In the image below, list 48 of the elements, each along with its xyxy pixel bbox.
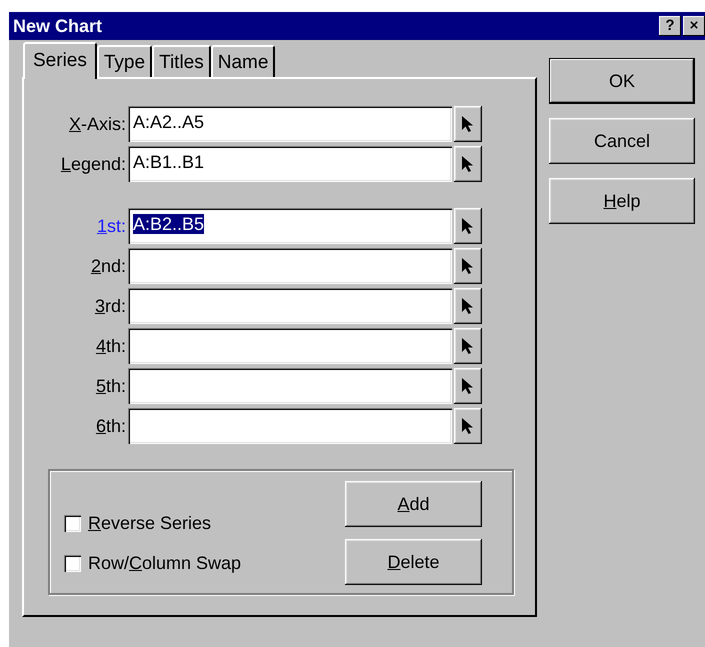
- series-button[interactable]: Delete: [345, 539, 482, 585]
- cursor-arrow-icon: [461, 337, 475, 355]
- field-label: 1st:: [96, 214, 127, 238]
- field-label: 6th:: [94, 414, 127, 438]
- close-button[interactable]: ×: [683, 16, 705, 36]
- input-field[interactable]: [128, 408, 452, 444]
- checkbox-label[interactable]: Row/Column Swap: [88, 550, 242, 576]
- field-label: 3rd:: [94, 294, 127, 318]
- range-picker-button[interactable]: [454, 288, 482, 324]
- input-field[interactable]: A:B2..B5: [128, 208, 452, 244]
- dialog-button[interactable]: Help: [549, 178, 695, 224]
- field-label: Legend:: [60, 152, 127, 176]
- cursor-arrow-icon: [461, 155, 475, 173]
- field-label: 4th:: [94, 334, 127, 358]
- cursor-arrow-icon: [461, 217, 475, 235]
- input-field[interactable]: [128, 328, 452, 364]
- cursor-arrow-icon: [461, 377, 475, 395]
- input-field[interactable]: A:B1..B1: [128, 146, 452, 182]
- input-field[interactable]: [128, 368, 452, 404]
- range-picker-button[interactable]: [454, 408, 482, 444]
- range-picker-button[interactable]: [454, 248, 482, 284]
- range-picker-button[interactable]: [454, 208, 482, 244]
- tab[interactable]: Titles: [152, 45, 211, 77]
- field-label: X-Axis:: [68, 112, 127, 136]
- input-field[interactable]: [128, 248, 452, 284]
- checkbox[interactable]: [64, 554, 81, 572]
- cursor-arrow-icon: [461, 257, 475, 275]
- series-button[interactable]: Add: [345, 481, 482, 527]
- help-button[interactable]: ?: [659, 16, 681, 36]
- tab[interactable]: Series: [23, 42, 97, 79]
- cursor-arrow-icon: [461, 115, 475, 133]
- window-title: New Chart: [13, 14, 102, 38]
- range-picker-button[interactable]: [454, 328, 482, 364]
- range-picker-button[interactable]: [454, 106, 482, 142]
- range-picker-button[interactable]: [454, 146, 482, 182]
- field-label: 5th:: [94, 374, 127, 398]
- cursor-arrow-icon: [461, 417, 475, 435]
- cursor-arrow-icon: [461, 297, 475, 315]
- input-field[interactable]: [128, 288, 452, 324]
- tab[interactable]: Type: [96, 45, 152, 77]
- checkbox-label[interactable]: Reverse Series: [88, 510, 212, 536]
- dialog-button[interactable]: Cancel: [549, 118, 695, 164]
- checkbox[interactable]: [64, 514, 81, 532]
- input-field[interactable]: A:A2..A5: [128, 106, 452, 142]
- range-picker-button[interactable]: [454, 368, 482, 404]
- tab[interactable]: Name: [210, 45, 276, 77]
- dialog-button[interactable]: OK: [549, 58, 695, 104]
- field-label: 2nd:: [90, 254, 127, 278]
